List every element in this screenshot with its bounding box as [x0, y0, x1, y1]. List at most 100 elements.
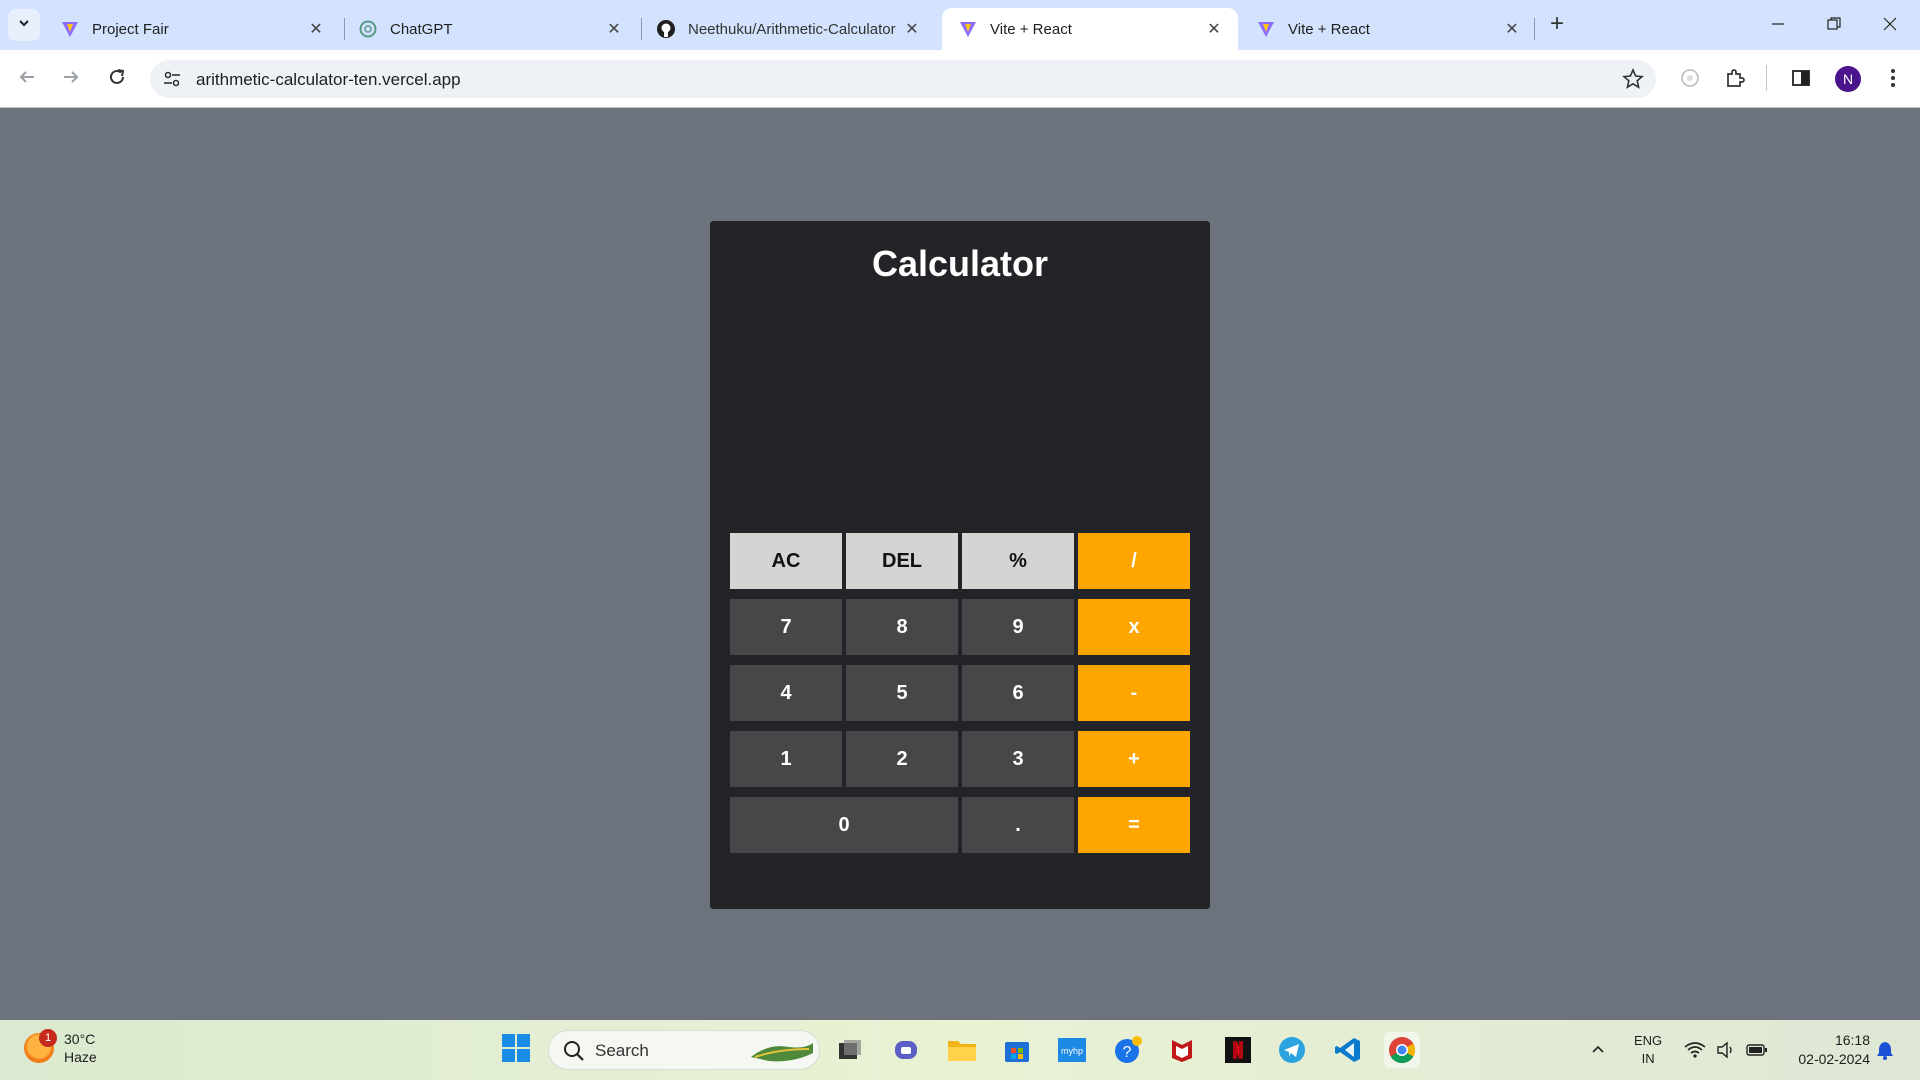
search-highlight-image: [749, 1037, 815, 1070]
clock[interactable]: 16:18 02-02-2024: [1786, 1020, 1870, 1080]
tab-github-repo[interactable]: Neethuku/Arithmetic-Calculator ✕: [640, 8, 936, 50]
profile-avatar[interactable]: N: [1835, 66, 1861, 92]
microsoft-store-icon[interactable]: [999, 1032, 1035, 1068]
percent-button[interactable]: %: [962, 533, 1074, 589]
extension-status-icon[interactable]: [1677, 65, 1703, 91]
equals-button[interactable]: =: [1078, 797, 1190, 853]
side-panel-icon[interactable]: [1788, 65, 1814, 91]
close-icon[interactable]: ✕: [1502, 19, 1522, 39]
tab-title: Vite + React: [1288, 20, 1370, 38]
arrow-left-icon: [18, 68, 36, 91]
chrome-icon[interactable]: [1384, 1032, 1420, 1068]
close-icon[interactable]: ✕: [306, 19, 326, 39]
delete-button[interactable]: DEL: [846, 533, 958, 589]
github-icon: [656, 19, 676, 39]
taskbar-search-box[interactable]: Search: [548, 1030, 820, 1070]
chevron-up-icon: [1590, 1041, 1606, 1060]
digit-0-button[interactable]: 0: [730, 797, 958, 853]
vite-icon: [60, 19, 80, 39]
task-view-icon[interactable]: [832, 1032, 868, 1068]
decimal-point-button[interactable]: .: [962, 797, 1074, 853]
clock-date: 02-02-2024: [1798, 1051, 1870, 1067]
chatgpt-icon: [358, 19, 378, 39]
digit-3-button[interactable]: 3: [962, 731, 1074, 787]
mcafee-icon[interactable]: [1164, 1032, 1200, 1068]
forward-button[interactable]: [56, 64, 86, 94]
digit-4-button[interactable]: 4: [730, 665, 842, 721]
digit-7-button[interactable]: 7: [730, 599, 842, 655]
add-button[interactable]: +: [1078, 731, 1190, 787]
digit-2-button[interactable]: 2: [846, 731, 958, 787]
reload-button[interactable]: [102, 64, 132, 94]
language-region: IN: [1641, 1051, 1655, 1066]
minimize-icon: [1771, 15, 1785, 36]
close-icon[interactable]: ✕: [604, 19, 624, 39]
digit-6-button[interactable]: 6: [962, 665, 1074, 721]
tab-strip: Project Fair ✕ ChatGPT ✕ Neethuku/Arithm…: [0, 0, 1920, 50]
all-clear-button[interactable]: AC: [730, 533, 842, 589]
tab-search-button[interactable]: [8, 9, 40, 41]
wifi-icon[interactable]: [1684, 1020, 1706, 1080]
windows-logo-icon: [501, 1033, 531, 1068]
clock-time: 16:18: [1834, 1032, 1870, 1048]
bookmark-star-icon[interactable]: [1622, 67, 1644, 90]
calculator-display: [730, 311, 1190, 511]
tab-vite-react[interactable]: Vite + React ✕: [1240, 8, 1536, 50]
telegram-icon[interactable]: [1274, 1032, 1310, 1068]
digit-8-button[interactable]: 8: [846, 599, 958, 655]
arrow-right-icon: [62, 68, 80, 91]
multiply-button[interactable]: x: [1078, 599, 1190, 655]
close-icon[interactable]: ✕: [1204, 19, 1224, 39]
tab-chatgpt[interactable]: ChatGPT ✕: [342, 8, 638, 50]
restore-button[interactable]: [1806, 0, 1862, 50]
notification-badge: 1: [39, 1029, 57, 1047]
search-icon: [563, 1040, 585, 1067]
battery-icon[interactable]: [1746, 1020, 1768, 1080]
vite-icon: [958, 19, 978, 39]
site-settings-icon[interactable]: [162, 69, 182, 89]
notification-bell-icon[interactable]: [1876, 1020, 1894, 1080]
show-hidden-icons-button[interactable]: [1590, 1020, 1606, 1080]
subtract-button[interactable]: -: [1078, 665, 1190, 721]
close-icon[interactable]: ✕: [902, 19, 922, 39]
window-close-button[interactable]: [1862, 0, 1918, 50]
address-bar[interactable]: arithmetic-calculator-ten.vercel.app: [150, 60, 1656, 98]
language-code: ENG: [1634, 1033, 1663, 1048]
windows-start-button[interactable]: [498, 1032, 534, 1068]
language-indicator[interactable]: ENG IN: [1634, 1020, 1662, 1080]
back-button[interactable]: [12, 64, 42, 94]
volume-icon[interactable]: [1716, 1020, 1736, 1080]
myhp-icon[interactable]: myhp: [1054, 1032, 1090, 1068]
digit-5-button[interactable]: 5: [846, 665, 958, 721]
tab-title: Vite + React: [990, 20, 1072, 38]
toolbar-divider: [1766, 65, 1767, 91]
netflix-icon[interactable]: [1220, 1032, 1256, 1068]
teams-chat-icon[interactable]: [888, 1032, 924, 1068]
browser-toolbar: arithmetic-calculator-ten.vercel.app N: [0, 50, 1920, 108]
vscode-icon[interactable]: [1330, 1032, 1366, 1068]
calculator-keypad: AC DEL % / 7 8 9 x 4 5 6 - 1 2 3 + 0 . =: [730, 533, 1190, 853]
minimize-button[interactable]: [1750, 0, 1806, 50]
tab-title: Neethuku/Arithmetic-Calculator: [688, 20, 896, 38]
tab-vite-react-active[interactable]: Vite + React ✕: [942, 8, 1238, 50]
calculator-panel: Calculator AC DEL % / 7 8 9 x 4 5 6 - 1 …: [710, 221, 1210, 909]
get-help-icon[interactable]: ?: [1110, 1032, 1146, 1068]
new-tab-button[interactable]: +: [1543, 10, 1571, 38]
tab-title: ChatGPT: [390, 20, 453, 38]
tab-project-fair[interactable]: Project Fair ✕: [44, 8, 340, 50]
weather-temperature: 30°C: [64, 1031, 96, 1047]
svg-text:?: ?: [1123, 1044, 1132, 1061]
url-text[interactable]: arithmetic-calculator-ten.vercel.app: [196, 70, 461, 90]
menu-kebab-icon[interactable]: [1880, 65, 1906, 91]
weather-widget[interactable]: 1 30°C Haze: [24, 1029, 97, 1066]
svg-text:myhp: myhp: [1061, 1046, 1083, 1056]
close-icon: [1883, 15, 1897, 36]
divide-button[interactable]: /: [1078, 533, 1190, 589]
digit-9-button[interactable]: 9: [962, 599, 1074, 655]
digit-1-button[interactable]: 1: [730, 731, 842, 787]
extensions-puzzle-icon[interactable]: [1722, 65, 1748, 91]
vite-icon: [1256, 19, 1276, 39]
file-explorer-icon[interactable]: [944, 1032, 980, 1068]
restore-icon: [1827, 15, 1841, 36]
calculator-title: Calculator: [871, 243, 1049, 284]
